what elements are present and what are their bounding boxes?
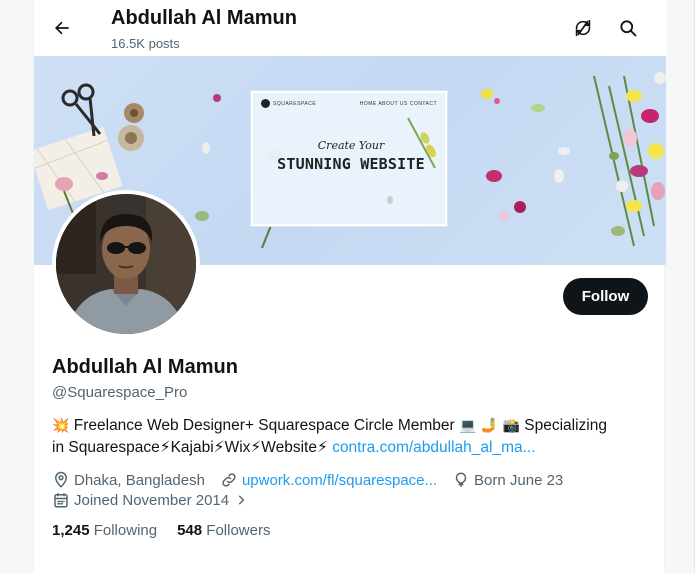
calendar-icon <box>54 493 68 508</box>
location-text: Dhaka, Bangladesh <box>74 471 205 489</box>
camera-emoji-icon: 📸 <box>502 417 520 433</box>
profile-stats: 1,245 Following 548 Followers <box>52 522 290 539</box>
laptop-emoji-icon: 💻 <box>459 417 477 433</box>
chevron-right-icon <box>238 495 245 505</box>
joined-text: Joined November 2014 <box>74 491 230 509</box>
follow-button[interactable]: Follow <box>563 278 648 315</box>
website-item: upwork.com/fl/squarespace... <box>220 471 437 489</box>
back-button[interactable] <box>48 14 76 42</box>
header-title: Abdullah Al Mamun <box>111 7 297 29</box>
avatar-portrait <box>56 194 196 334</box>
bio-line-2-text: in Squarespace⚡Kajabi⚡Wix⚡Website⚡ <box>52 439 328 456</box>
birthday-text: Born June 23 <box>474 471 564 489</box>
header-post-count: 16.5K posts <box>111 36 180 51</box>
location-pin-icon <box>54 471 68 488</box>
followers-count: 548 <box>177 522 203 539</box>
profile-avatar[interactable] <box>52 190 200 338</box>
profile-handle: @Squarespace_Pro <box>52 384 188 401</box>
profile-bio: 💥 Freelance Web Designer+ Squarespace Ci… <box>52 414 652 459</box>
followers-label: Followers <box>206 522 271 539</box>
back-arrow-icon <box>55 21 69 35</box>
website-mockup: SQUARESPACE HOME ABOUT US CONTACT Create… <box>251 91 447 226</box>
profile-meta-row-2: Joined November 2014 <box>52 490 267 510</box>
search-button[interactable] <box>615 15 641 41</box>
repeat-sync-button[interactable] <box>570 15 596 41</box>
profile-meta-row-1: Dhaka, Bangladesh upwork.com/fl/squaresp… <box>52 470 578 490</box>
avatar-photo <box>56 194 196 334</box>
location-item: Dhaka, Bangladesh <box>52 471 205 489</box>
collision-emoji-icon: 💥 <box>52 417 70 433</box>
followers-stat[interactable]: 548 Followers <box>177 522 270 539</box>
bio-contra-link[interactable]: contra.com/abdullah_al_ma... <box>332 439 535 456</box>
website-link[interactable]: upwork.com/fl/squarespace... <box>242 472 437 489</box>
mockup-headline-1: Create Your <box>317 139 385 152</box>
search-icon <box>620 20 637 37</box>
adjacent-panel-edge <box>694 0 700 573</box>
balloon-icon <box>455 472 467 487</box>
profile-column: Abdullah Al Mamun 16.5K posts SQUARESPAC… <box>33 0 666 573</box>
profile-name: Abdullah Al Mamun <box>52 356 238 378</box>
joined-item[interactable]: Joined November 2014 <box>52 491 252 509</box>
bio-line-1-tail: Specializing <box>524 417 607 434</box>
bio-line-1-text: Freelance Web Designer+ Squarespace Circ… <box>73 417 455 434</box>
birthday-item: Born June 23 <box>452 471 563 489</box>
bio-line-2: in Squarespace⚡Kajabi⚡Wix⚡Website⚡ contr… <box>52 437 652 459</box>
profile-header-bar: Abdullah Al Mamun 16.5K posts <box>34 0 666 56</box>
following-label: Following <box>93 522 158 539</box>
mockup-headline-2: STUNNING WEBSITE <box>277 155 425 173</box>
repeat-sync-icon <box>575 19 591 37</box>
link-icon <box>222 473 236 487</box>
following-count: 1,245 <box>52 522 90 539</box>
following-stat[interactable]: 1,245 Following <box>52 522 157 539</box>
phone-emoji-icon: 🤳 <box>480 417 499 433</box>
bio-line-1: 💥 Freelance Web Designer+ Squarespace Ci… <box>52 414 652 437</box>
